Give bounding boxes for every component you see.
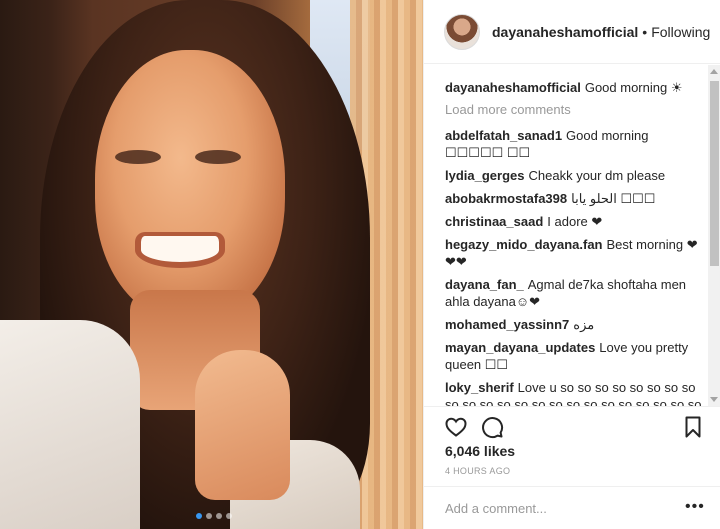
hand: [195, 350, 290, 500]
comment-icon[interactable]: [480, 415, 504, 439]
post-photo[interactable]: [0, 0, 423, 529]
comments-scrollbar[interactable]: [708, 65, 720, 406]
scroll-down-arrow-icon[interactable]: [710, 397, 718, 402]
more-options-icon[interactable]: •••: [685, 498, 705, 516]
comment-caption: dayanaheshamofficial Good morning ☀: [445, 79, 709, 96]
header-username[interactable]: dayanaheshamofficial: [492, 24, 638, 40]
comment-text: مزه: [573, 317, 595, 332]
action-bar: [424, 406, 720, 442]
comment: abobakrmostafa398 الحلو يابا ☐☐☐: [445, 190, 709, 207]
carousel-dot[interactable]: [196, 513, 202, 519]
post-side-panel: dayanaheshamofficial • Following dayanah…: [423, 0, 720, 529]
comment-text: Cheakk your dm please: [528, 168, 666, 183]
carousel-indicator: [196, 513, 232, 519]
shirt: [0, 320, 140, 529]
carousel-dot[interactable]: [226, 513, 232, 519]
post-timestamp[interactable]: 4 HOURS AGO: [445, 466, 510, 476]
carousel-dot[interactable]: [206, 513, 212, 519]
following-button[interactable]: Following: [651, 24, 710, 40]
scrollbar-thumb[interactable]: [710, 81, 719, 266]
load-more-comments[interactable]: Load more comments: [445, 102, 709, 117]
comment: dayana_fan_ Agmal de7ka shoftaha men ahla…: [445, 276, 709, 310]
comment: abdelfatah_sanad1 Good morning ☐☐☐☐☐ ☐☐: [445, 127, 709, 161]
comment: hegazy_mido_dayana.fan Best morning ❤ ❤❤: [445, 236, 709, 270]
comment-username[interactable]: loky_sherif: [445, 380, 514, 395]
comment-username[interactable]: dayanaheshamofficial: [445, 80, 581, 95]
comment-username[interactable]: lydia_gerges: [445, 168, 525, 183]
likes-count[interactable]: 6,046 likes: [445, 443, 515, 459]
comment-text: Good morning ☀: [584, 80, 683, 95]
carousel-dot[interactable]: [216, 513, 222, 519]
comment: christinaa_saad I adore ❤: [445, 213, 709, 230]
avatar[interactable]: [444, 13, 480, 50]
face: [95, 50, 285, 320]
bookmark-icon[interactable]: [681, 415, 705, 439]
smile: [135, 232, 225, 268]
comment-username[interactable]: abobakrmostafa398: [445, 191, 567, 206]
comment-text: I adore ❤: [547, 214, 603, 229]
comment-username[interactable]: mayan_dayana_updates: [445, 340, 595, 355]
header-separator: •: [642, 23, 648, 40]
heart-icon[interactable]: [444, 415, 468, 439]
comment: mohamed_yassinn7 مزه: [445, 316, 709, 333]
comment-username[interactable]: hegazy_mido_dayana.fan: [445, 237, 603, 252]
right-eye: [195, 150, 241, 164]
comment-username[interactable]: dayana_fan_: [445, 277, 524, 292]
add-comment-input[interactable]: Add a comment...: [445, 501, 547, 516]
add-comment-bar: Add a comment... •••: [424, 486, 720, 529]
comments-list[interactable]: dayanaheshamofficial Good morning ☀ Load …: [424, 65, 709, 406]
left-eye: [115, 150, 161, 164]
comment: loky_sherif Love u so so so so so so so s…: [445, 379, 709, 406]
comment-text: الحلو يابا ☐☐☐: [571, 191, 656, 206]
comment-username[interactable]: christinaa_saad: [445, 214, 543, 229]
comment: lydia_gerges Cheakk your dm please: [445, 167, 709, 184]
comment-username[interactable]: mohamed_yassinn7: [445, 317, 569, 332]
scroll-up-arrow-icon[interactable]: [710, 69, 718, 74]
comment-username[interactable]: abdelfatah_sanad1: [445, 128, 562, 143]
post-header: dayanaheshamofficial • Following: [424, 0, 720, 64]
comment: mayan_dayana_updates Love you pretty quee…: [445, 339, 709, 373]
